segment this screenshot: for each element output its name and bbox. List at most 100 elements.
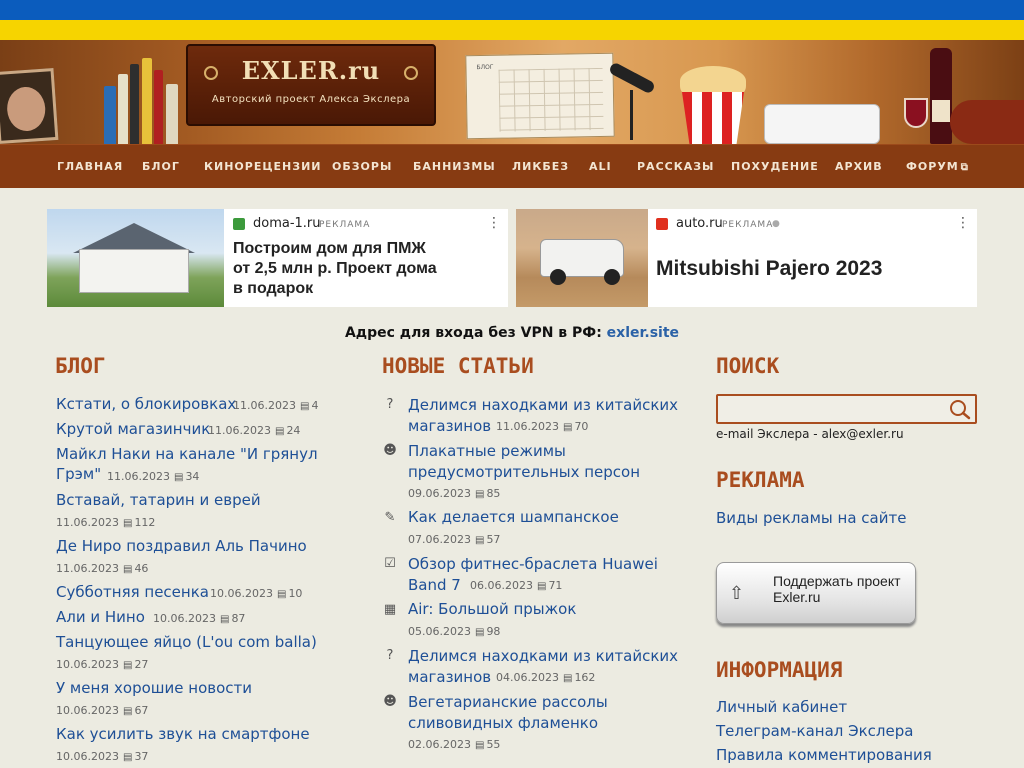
nav-item-forum-label: ФОРУМ xyxy=(906,160,959,173)
ad-domain: doma-1.ru xyxy=(253,216,321,231)
nav-item-reviews-film[interactable]: КИНОРЕЦЕНЗИИ xyxy=(204,145,321,189)
article-meta: 04.06.2023 ▤ 162 xyxy=(496,671,596,684)
microphone-stand xyxy=(630,90,633,140)
post-meta: 10.06.2023 ▤ 27 xyxy=(56,658,149,671)
ad-card-doma[interactable]: doma-1.ru РЕКЛАМА ⋮ Построим дом для ПМЖ… xyxy=(47,209,508,307)
info-icon[interactable]: ● xyxy=(772,219,781,229)
blog-post-link[interactable]: Как усилить звук на смартфоне xyxy=(56,725,310,743)
article-meta: 07.06.2023 ▤ 57 xyxy=(408,533,501,546)
comment-icon: ▤ xyxy=(276,589,287,600)
wine-bottle-icon xyxy=(930,48,952,144)
search-input[interactable] xyxy=(716,394,977,424)
article-link[interactable]: Вегетарианские рассолы сливовидных фламен… xyxy=(408,692,608,734)
blog-post-link[interactable]: Танцующее яйцо (L'ou com balla) xyxy=(56,633,317,651)
nav-item-ali[interactable]: ALI xyxy=(589,145,612,189)
post-meta: 11.06.2023 ▤ 112 xyxy=(56,516,156,529)
info-link-telegram[interactable]: Телеграм-канал Экслера xyxy=(716,722,913,740)
site-logo[interactable]: EXLER.ru Авторский проект Алекса Экслера xyxy=(186,44,436,126)
post-meta: 10.06.2023 ▤ 37 xyxy=(56,750,149,763)
external-link-icon: ⧉ xyxy=(960,162,969,173)
book-icon xyxy=(130,64,139,144)
flag-stripe-blue xyxy=(0,0,1024,20)
post-meta: 10.06.2023 ▤ 10 xyxy=(210,587,303,600)
popcorn-icon xyxy=(680,66,746,96)
smiley-icon: ☻ xyxy=(383,694,397,709)
comment-icon: ▤ xyxy=(274,426,285,437)
comment-icon: ▤ xyxy=(299,401,310,412)
doma-favicon-icon xyxy=(233,218,245,230)
article-meta: 05.06.2023 ▤ 98 xyxy=(408,625,501,638)
comment-icon: ▤ xyxy=(173,472,184,483)
ad-domain: auto.ru xyxy=(676,216,723,231)
comment-icon: ▤ xyxy=(474,489,485,500)
clipboard-check-icon: ☑ xyxy=(384,556,396,571)
nav-item-home[interactable]: ГЛАВНАЯ xyxy=(57,145,123,189)
nav-item-bannisms[interactable]: БАННИЗМЫ xyxy=(413,145,496,189)
nav-item-archive[interactable]: АРХИВ xyxy=(835,145,883,189)
search-heading: ПОИСК xyxy=(716,354,780,378)
calendar-decoration: БЛОГ xyxy=(465,52,615,140)
blog-heading: БЛОГ xyxy=(55,354,106,378)
author-photo xyxy=(0,67,59,144)
book-icon xyxy=(166,84,178,144)
nav-item-weight-loss[interactable]: ПОХУДЕНИЕ xyxy=(731,145,819,189)
author-email: e-mail Экслера - alex@exler.ru xyxy=(716,427,904,441)
projector-icon xyxy=(764,104,880,144)
article-link[interactable]: Плакатные режимы предусмотрительных персо… xyxy=(408,441,640,483)
article-link[interactable]: Как делается шампанское xyxy=(408,508,619,526)
blog-post-link[interactable]: Де Ниро поздравил Аль Пачино xyxy=(56,537,307,555)
blog-post-link[interactable]: Вставай, татарин и еврей xyxy=(56,491,261,509)
article-meta: 02.06.2023 ▤ 55 xyxy=(408,738,501,751)
ad-label: РЕКЛАМА xyxy=(722,220,774,230)
comment-icon: ▤ xyxy=(536,581,547,592)
support-button-label: Поддержать проект Exler.ru xyxy=(773,573,901,605)
more-options-icon[interactable]: ⋮ xyxy=(487,215,501,231)
ad-types-link[interactable]: Виды рекламы на сайте xyxy=(716,509,906,527)
ad-image-house xyxy=(47,209,224,307)
blog-post-link[interactable]: Крутой магазинчик xyxy=(56,420,210,438)
blog-post-link[interactable]: Субботняя песенка xyxy=(56,583,209,601)
blog-post-link[interactable]: Али и Нино xyxy=(56,608,145,626)
flag-stripe-yellow xyxy=(0,20,1024,40)
nav-item-blog[interactable]: БЛОГ xyxy=(142,145,180,189)
nav-item-likbez[interactable]: ЛИКБЕЗ xyxy=(512,145,569,189)
article-meta: 11.06.2023 ▤ 70 xyxy=(496,420,589,433)
nav-item-reviews[interactable]: ОБЗОРЫ xyxy=(332,145,392,189)
search-icon[interactable] xyxy=(948,398,972,420)
smiley-icon: ☻ xyxy=(383,443,397,458)
comment-icon: ▤ xyxy=(122,706,133,717)
calendar-label: БЛОГ xyxy=(476,63,494,72)
post-meta: 10.06.2023 ▤ 87 xyxy=(153,612,246,625)
logo-text: EXLER.ru xyxy=(241,56,381,85)
comment-icon: ▤ xyxy=(474,535,485,546)
blog-post-link[interactable]: У меня хорошие новости xyxy=(56,679,252,697)
logo-tagline: Авторский проект Алекса Экслера xyxy=(211,94,411,105)
popcorn-bucket xyxy=(682,92,744,144)
ads-heading: РЕКЛАМА xyxy=(716,468,805,492)
ad-card-auto[interactable]: auto.ru РЕКЛАМА ● ⋮ Mitsubishi Pajero 20… xyxy=(516,209,977,307)
book-icon xyxy=(118,74,128,144)
comment-icon: ▤ xyxy=(219,614,230,625)
info-link-rules[interactable]: Правила комментирования xyxy=(716,746,932,764)
vpn-link[interactable]: exler.site xyxy=(607,325,679,341)
info-link-account[interactable]: Личный кабинет xyxy=(716,698,847,716)
wine-glass-icon xyxy=(904,98,928,128)
header-banner: EXLER.ru Авторский проект Алекса Экслера… xyxy=(0,40,1024,144)
main-nav: ГЛАВНАЯ БЛОГ КИНОРЕЦЕНЗИИ ОБЗОРЫ БАННИЗМ… xyxy=(0,144,1024,188)
book-icon xyxy=(154,70,163,144)
article-link[interactable]: Air: Большой прыжок xyxy=(408,600,576,618)
article-meta: 06.06.2023 ▤ 71 xyxy=(470,579,563,592)
articles-heading: НОВЫЕ СТАТЬИ xyxy=(382,354,534,378)
more-options-icon[interactable]: ⋮ xyxy=(956,215,970,231)
support-project-button[interactable]: ⇧ Поддержать проект Exler.ru xyxy=(716,562,916,624)
nav-item-forum[interactable]: ФОРУМ ⧉ xyxy=(906,145,969,189)
nav-item-stories[interactable]: РАССКАЗЫ xyxy=(637,145,714,189)
comment-icon: ▤ xyxy=(474,627,485,638)
clapperboard-icon: ▦ xyxy=(383,602,397,617)
ham-icon xyxy=(950,100,1024,144)
comment-icon: ▤ xyxy=(122,660,133,671)
question-bubble-icon: ? xyxy=(386,648,394,663)
vpn-notice: Адрес для входа без VPN в РФ: exler.site xyxy=(0,325,1024,341)
blog-post-link[interactable]: Кстати, о блокировках xyxy=(56,395,236,413)
comment-icon: ▤ xyxy=(562,422,573,433)
